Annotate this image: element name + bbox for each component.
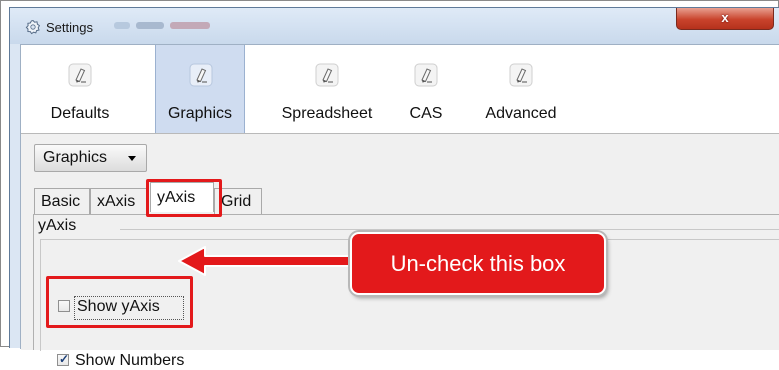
view-select-value: Graphics [43,149,108,166]
tool-label: Graphics [167,105,233,122]
annotation-highlight-tab [146,179,222,217]
close-icon: x [721,10,729,25]
show-numbers-checkbox[interactable]: ✓ [57,352,70,366]
pencil-eraser-icon [68,63,92,87]
checkmark-icon: ✓ [59,352,70,366]
tool-defaults[interactable]: Defaults [31,45,129,133]
title-bar-blur [170,22,210,29]
annotation-callout: Un-check this box [350,232,606,295]
close-button[interactable]: x [676,8,774,30]
tool-advanced[interactable]: Advanced [469,45,573,133]
settings-client-area: Defaults Graphics Spreadsheet CAS Advanc… [20,44,779,369]
tool-label: Spreadsheet [281,105,373,122]
tool-label: Defaults [50,105,110,122]
pencil-eraser-icon [315,63,339,87]
tab-label: Basic [41,193,81,210]
tool-label: CAS [409,105,443,122]
chevron-down-icon [128,156,136,161]
group-divider [120,229,779,230]
callout-text: Un-check this box [390,251,566,276]
annotation-highlight-checkbox [46,276,193,328]
tool-cas[interactable]: CAS [397,45,455,133]
tab-label: xAxis [97,193,136,210]
settings-window: Settings x Defaults Graphics Spreadsheet… [9,7,779,369]
tab-xaxis[interactable]: xAxis [90,188,148,214]
settings-gear-icon [25,19,41,35]
pencil-eraser-icon [414,63,438,87]
annotation-arrow-icon [178,246,353,276]
pencil-eraser-icon [189,63,213,87]
tool-label: Advanced [485,105,557,122]
view-select-dropdown[interactable]: Graphics [34,144,147,172]
tab-label: Grid [221,193,252,210]
show-numbers-label[interactable]: Show Numbers [75,352,184,370]
pencil-eraser-icon [509,63,533,87]
title-bar[interactable]: Settings x [10,8,779,44]
group-title: yAxis [38,217,77,234]
window-title: Settings [46,20,93,35]
title-bar-blur [114,22,130,29]
settings-category-toolbar: Defaults Graphics Spreadsheet CAS Advanc… [21,45,779,134]
tab-basic[interactable]: Basic [34,188,90,214]
tool-spreadsheet[interactable]: Spreadsheet [265,45,389,133]
tool-graphics[interactable]: Graphics [155,45,245,133]
title-bar-blur [136,22,164,29]
